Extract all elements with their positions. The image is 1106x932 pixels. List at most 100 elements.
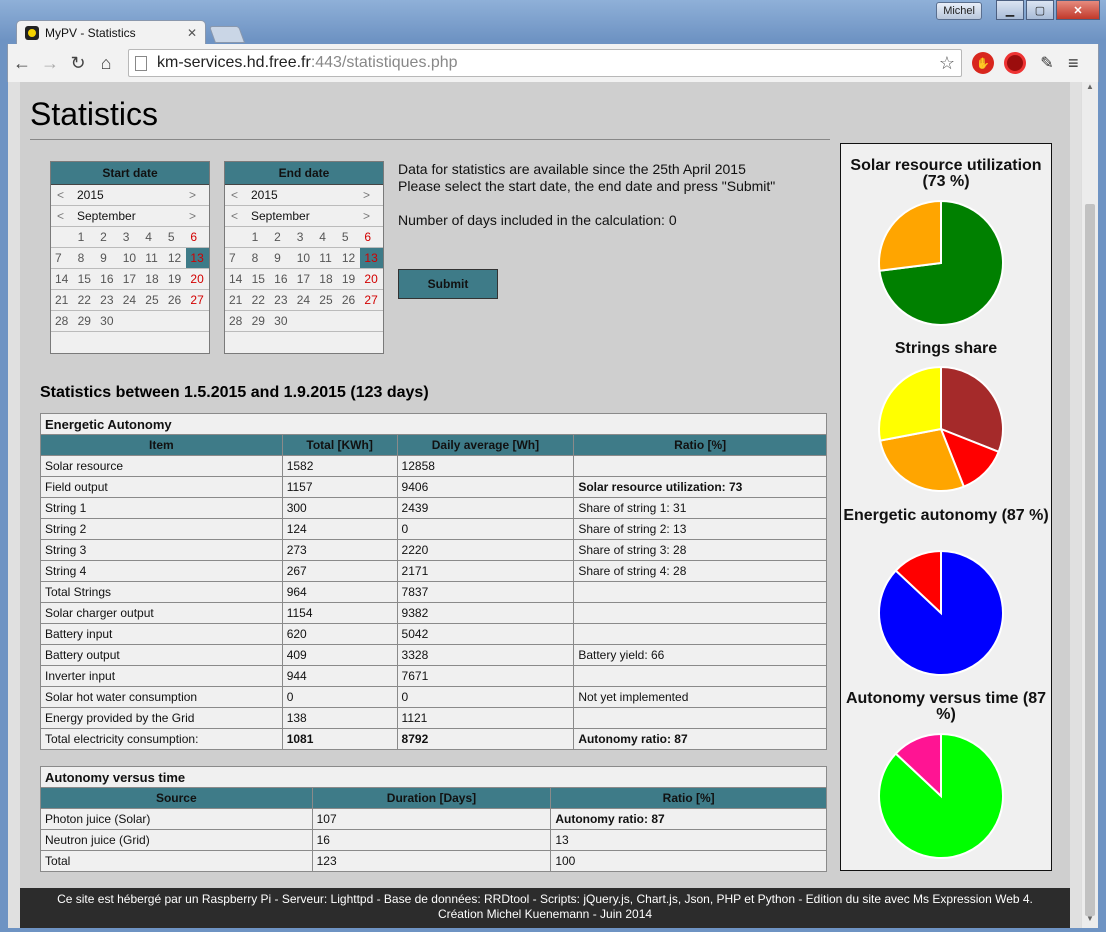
calendar-day[interactable]: 15 xyxy=(73,269,97,290)
calendar-day[interactable]: 17 xyxy=(118,269,142,290)
dropper-extension-icon[interactable]: ✎ xyxy=(1036,52,1058,74)
calendar-day[interactable]: 9 xyxy=(96,248,119,269)
energetic-autonomy-pie xyxy=(878,549,1004,676)
calendar-day[interactable]: 16 xyxy=(96,269,119,290)
calendar-day[interactable]: 19 xyxy=(163,269,187,290)
year-value: 2015 xyxy=(77,188,104,202)
table-row: Inverter input 944 7671 xyxy=(40,665,827,687)
calendar-day[interactable]: 17 xyxy=(292,269,316,290)
table-cell: 0 xyxy=(281,686,398,708)
prev-month-button[interactable]: < xyxy=(57,209,71,223)
calendar-day[interactable]: 22 xyxy=(73,290,97,311)
close-tab-icon[interactable]: ✕ xyxy=(187,26,197,40)
column-header: Source xyxy=(40,787,313,809)
calendar-day[interactable]: 4 xyxy=(141,227,164,248)
forward-icon[interactable]: → xyxy=(36,53,64,74)
calendar-day[interactable]: 9 xyxy=(270,248,293,269)
calendar-day[interactable]: 5 xyxy=(163,227,187,248)
scroll-down-icon[interactable]: ▼ xyxy=(1082,914,1098,928)
reload-icon[interactable]: ↻ xyxy=(64,53,92,74)
close-window-button[interactable]: ✕ xyxy=(1056,0,1100,20)
calendar-day[interactable]: 21 xyxy=(51,290,74,311)
calendar-day[interactable]: 27 xyxy=(360,290,383,311)
calendar-day[interactable]: 23 xyxy=(270,290,293,311)
calendar-day[interactable]: 13 xyxy=(186,248,209,269)
calendar-day[interactable]: 28 xyxy=(51,311,74,332)
calendar-day[interactable]: 15 xyxy=(247,269,271,290)
profile-button[interactable]: Michel xyxy=(936,2,982,20)
calendar-day[interactable]: 19 xyxy=(337,269,361,290)
calendar-day[interactable]: 24 xyxy=(118,290,142,311)
calendar-day[interactable]: 6 xyxy=(186,227,209,248)
calendar-day[interactable]: 7 xyxy=(51,248,74,269)
next-month-button[interactable]: > xyxy=(363,209,377,223)
calendar-day[interactable]: 28 xyxy=(225,311,248,332)
calendar-day[interactable]: 13 xyxy=(360,248,383,269)
calendar-day[interactable]: 12 xyxy=(337,248,361,269)
calendar-day xyxy=(141,311,164,332)
calendar-day[interactable]: 11 xyxy=(315,248,338,269)
calendar-day[interactable]: 18 xyxy=(141,269,164,290)
vertical-scrollbar[interactable]: ▲ ▼ xyxy=(1081,82,1098,928)
calendar-day[interactable]: 22 xyxy=(247,290,271,311)
calendar-day[interactable]: 25 xyxy=(141,290,164,311)
back-icon[interactable]: ← xyxy=(8,53,36,74)
adblock-extension-icon[interactable]: ✋ xyxy=(972,52,994,74)
next-year-button[interactable]: > xyxy=(363,188,377,202)
prev-month-button[interactable]: < xyxy=(231,209,245,223)
calendar-day[interactable]: 18 xyxy=(315,269,338,290)
next-year-button[interactable]: > xyxy=(189,188,203,202)
browser-menu-icon[interactable]: ≡ xyxy=(1068,53,1079,74)
calendar-day[interactable]: 23 xyxy=(96,290,119,311)
month-selector: < September > xyxy=(51,206,209,227)
calendar-day[interactable]: 26 xyxy=(163,290,187,311)
calendar-day[interactable]: 3 xyxy=(118,227,142,248)
record-extension-icon[interactable] xyxy=(1004,52,1026,74)
calendar-day[interactable]: 10 xyxy=(118,248,142,269)
submit-button[interactable]: Submit xyxy=(398,269,498,299)
calendar-day[interactable]: 8 xyxy=(247,248,271,269)
calendar-day[interactable]: 4 xyxy=(315,227,338,248)
calendar-day[interactable]: 29 xyxy=(247,311,271,332)
minimize-button[interactable]: ▁ xyxy=(996,0,1024,20)
next-month-button[interactable]: > xyxy=(189,209,203,223)
calendar-day[interactable]: 27 xyxy=(186,290,209,311)
calendar-day[interactable]: 10 xyxy=(292,248,316,269)
calendar-day[interactable]: 1 xyxy=(73,227,97,248)
calendar-day[interactable]: 29 xyxy=(73,311,97,332)
table-cell: Total Strings xyxy=(40,581,283,603)
calendar-day[interactable]: 26 xyxy=(337,290,361,311)
calendar-day[interactable]: 12 xyxy=(163,248,187,269)
autonomy-versus-time-pie xyxy=(878,732,1004,859)
calendar-day[interactable]: 11 xyxy=(141,248,164,269)
calendar-day[interactable]: 5 xyxy=(337,227,361,248)
calendar-day[interactable]: 2 xyxy=(270,227,293,248)
calendar-day[interactable]: 21 xyxy=(225,290,248,311)
maximize-button[interactable]: ▢ xyxy=(1026,0,1054,20)
scrollbar-thumb[interactable] xyxy=(1085,204,1095,916)
calendar-day[interactable]: 30 xyxy=(270,311,293,332)
browser-tab[interactable]: MyPV - Statistics ✕ xyxy=(16,20,206,44)
prev-year-button[interactable]: < xyxy=(57,188,71,202)
calendar-day[interactable]: 6 xyxy=(360,227,383,248)
calendar-day[interactable]: 14 xyxy=(51,269,74,290)
calendar-day[interactable]: 14 xyxy=(225,269,248,290)
calendar-day[interactable]: 20 xyxy=(186,269,209,290)
calendar-day[interactable]: 25 xyxy=(315,290,338,311)
calendar-day[interactable]: 1 xyxy=(247,227,271,248)
bookmark-star-icon[interactable]: ☆ xyxy=(939,53,955,74)
calendar-day[interactable]: 30 xyxy=(96,311,119,332)
scroll-up-icon[interactable]: ▲ xyxy=(1082,82,1098,96)
calendar-day[interactable]: 2 xyxy=(96,227,119,248)
calendar-day[interactable]: 20 xyxy=(360,269,383,290)
new-tab-button[interactable] xyxy=(208,26,246,43)
calendar-day[interactable]: 7 xyxy=(225,248,248,269)
calendar-day[interactable]: 8 xyxy=(73,248,97,269)
calendar-day[interactable]: 16 xyxy=(270,269,293,290)
home-icon[interactable]: ⌂ xyxy=(92,53,120,74)
calendar-day[interactable]: 24 xyxy=(292,290,316,311)
prev-year-button[interactable]: < xyxy=(231,188,245,202)
address-bar[interactable]: km-services.hd.free.fr:443/statistiques.… xyxy=(128,49,962,77)
calendar-day[interactable]: 3 xyxy=(292,227,316,248)
calendar-day xyxy=(118,311,142,332)
